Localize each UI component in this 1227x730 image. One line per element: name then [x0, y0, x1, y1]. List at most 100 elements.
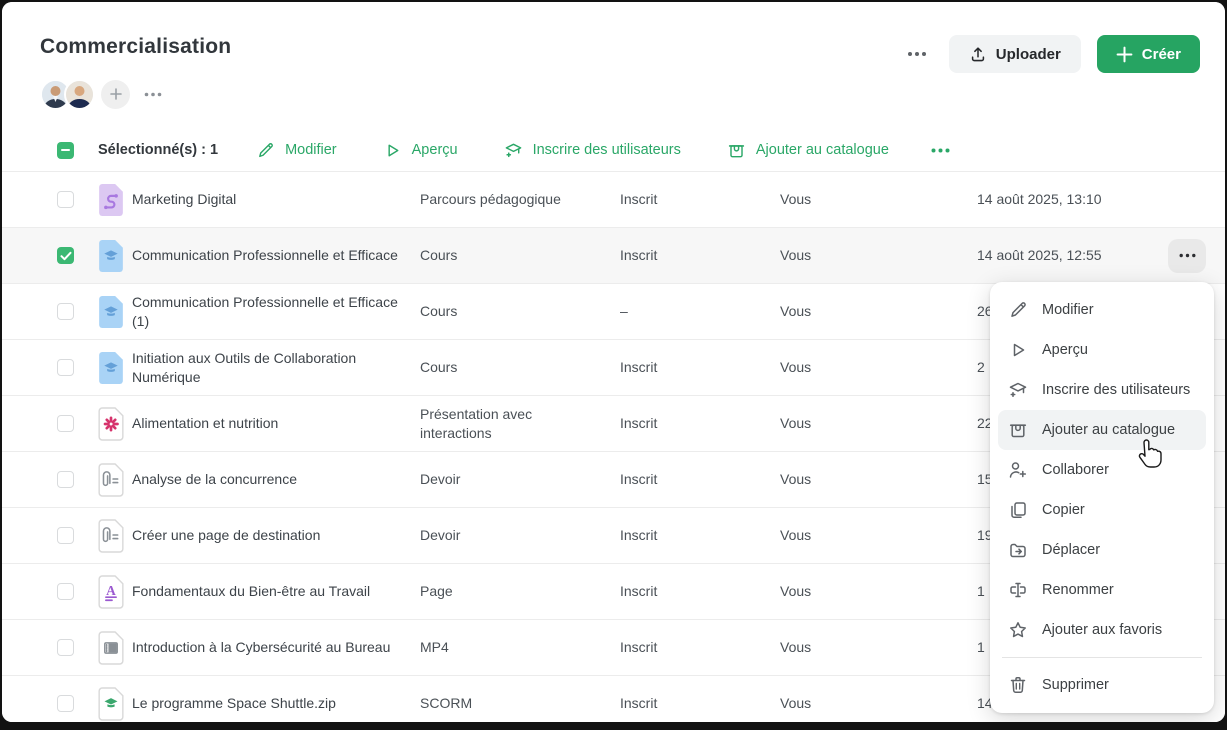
- row-type: Devoir: [420, 526, 620, 545]
- table-row[interactable]: Communication Professionnelle et Efficac…: [2, 228, 1225, 284]
- row-checkbox[interactable]: [57, 191, 74, 208]
- row-owner: Vous: [780, 638, 977, 657]
- assignment-file-icon: [98, 463, 124, 497]
- row-status: Inscrit: [620, 638, 780, 657]
- menu-item-label: Collaborer: [1042, 462, 1109, 478]
- row-checkbox[interactable]: [57, 415, 74, 432]
- toolbar-more-button[interactable]: [931, 148, 950, 153]
- app-window: Commercialisation Uploader: [2, 2, 1225, 722]
- row-name: Créer une page de destination: [132, 526, 420, 545]
- menu-item-label: Ajouter au catalogue: [1042, 422, 1175, 438]
- video-file-icon: [98, 631, 124, 665]
- menu-item-play[interactable]: Aperçu: [998, 330, 1206, 370]
- copy-icon: [1008, 500, 1028, 520]
- menu-item-label: Inscrire des utilisateurs: [1042, 382, 1190, 398]
- menu-item-label: Ajouter aux favoris: [1042, 622, 1162, 638]
- create-button[interactable]: Créer: [1097, 35, 1200, 73]
- row-owner: Vous: [780, 414, 977, 433]
- ellipsis-icon: [144, 92, 162, 97]
- row-checkbox[interactable]: [57, 583, 74, 600]
- page-file-icon: A: [98, 575, 124, 609]
- row-checkbox[interactable]: [57, 695, 74, 712]
- upload-button-label: Uploader: [996, 46, 1061, 63]
- pencil-icon: [256, 141, 275, 160]
- collaborators-more-button[interactable]: [144, 92, 162, 97]
- row-context-menu: Modifier Aperçu Inscrire des utilisateurs A…: [990, 282, 1214, 713]
- select-all-checkbox[interactable]: [57, 142, 74, 159]
- ellipsis-icon: [1179, 253, 1196, 258]
- menu-item-label: Renommer: [1042, 582, 1114, 598]
- toolbar-action-catalog[interactable]: Ajouter au catalogue: [727, 141, 889, 160]
- menu-item-label: Copier: [1042, 502, 1085, 518]
- assignment-file-icon: [98, 519, 124, 553]
- person-add-icon: [1008, 460, 1028, 480]
- catalog-icon: [727, 141, 746, 160]
- menu-item-label: Modifier: [1042, 302, 1094, 318]
- pencil-icon: [1008, 300, 1028, 320]
- header-more-button[interactable]: [901, 47, 933, 61]
- toolbar-action-label: Aperçu: [412, 142, 458, 158]
- menu-item-enroll[interactable]: Inscrire des utilisateurs: [998, 370, 1206, 410]
- toolbar-action-label: Inscrire des utilisateurs: [533, 142, 681, 158]
- row-type: Devoir: [420, 470, 620, 489]
- menu-item-trash[interactable]: Supprimer: [998, 665, 1206, 705]
- avatar[interactable]: [64, 79, 95, 110]
- toolbar-action-enroll[interactable]: Inscrire des utilisateurs: [504, 141, 681, 160]
- add-collaborator-button[interactable]: [101, 80, 130, 109]
- play-icon: [1008, 340, 1028, 360]
- menu-item-person-add[interactable]: Collaborer: [998, 450, 1206, 490]
- menu-item-rename[interactable]: Renommer: [998, 570, 1206, 610]
- row-checkbox[interactable]: [57, 527, 74, 544]
- menu-item-label: Aperçu: [1042, 342, 1088, 358]
- row-owner: Vous: [780, 582, 977, 601]
- enroll-icon: [1008, 380, 1028, 400]
- row-owner: Vous: [780, 302, 977, 321]
- selection-toolbar: Sélectionné(s) : 1 Modifier Aperçu Inscrir…: [2, 129, 1225, 172]
- row-checkbox[interactable]: [57, 471, 74, 488]
- row-owner: Vous: [780, 246, 977, 265]
- learning-path-file-icon: [98, 183, 124, 217]
- create-button-label: Créer: [1142, 46, 1181, 63]
- menu-item-pencil[interactable]: Modifier: [998, 290, 1206, 330]
- row-owner: Vous: [780, 190, 977, 209]
- row-type: Présentation avec interactions: [420, 405, 620, 443]
- row-type: Cours: [420, 358, 620, 377]
- row-name: Marketing Digital: [132, 190, 420, 209]
- row-status: Inscrit: [620, 582, 780, 601]
- rename-icon: [1008, 580, 1028, 600]
- row-status: Inscrit: [620, 470, 780, 489]
- row-checkbox[interactable]: [57, 247, 74, 264]
- row-owner: Vous: [780, 694, 977, 713]
- row-more-button[interactable]: [1168, 239, 1206, 273]
- row-status: –: [620, 302, 780, 321]
- row-type: Parcours pédagogique: [420, 190, 620, 209]
- row-checkbox[interactable]: [57, 359, 74, 376]
- menu-item-catalog[interactable]: Ajouter au catalogue: [998, 410, 1206, 450]
- menu-item-copy[interactable]: Copier: [998, 490, 1206, 530]
- table-row[interactable]: Marketing Digital Parcours pédagogique I…: [2, 172, 1225, 228]
- row-name: Analyse de la concurrence: [132, 470, 420, 489]
- row-checkbox[interactable]: [57, 303, 74, 320]
- toolbar-action-play[interactable]: Aperçu: [383, 141, 458, 160]
- menu-item-label: Déplacer: [1042, 542, 1100, 558]
- row-owner: Vous: [780, 526, 977, 545]
- upload-button[interactable]: Uploader: [949, 35, 1081, 73]
- course-file-icon: [98, 295, 124, 329]
- menu-item-star[interactable]: Ajouter aux favoris: [998, 610, 1206, 650]
- trash-icon: [1008, 675, 1028, 695]
- plus-icon: [1116, 46, 1133, 63]
- menu-item-label: Supprimer: [1042, 677, 1109, 693]
- svg-text:A: A: [106, 583, 116, 598]
- page-title: Commercialisation: [40, 35, 231, 59]
- row-name: Fondamentaux du Bien-être au Travail: [132, 582, 420, 601]
- play-icon: [383, 141, 402, 160]
- plus-icon: [109, 87, 123, 101]
- toolbar-action-pencil[interactable]: Modifier: [256, 141, 337, 160]
- row-name: Alimentation et nutrition: [132, 414, 420, 433]
- row-checkbox[interactable]: [57, 639, 74, 656]
- menu-item-move[interactable]: Déplacer: [998, 530, 1206, 570]
- menu-divider: [1002, 657, 1202, 658]
- selected-count-label: Sélectionné(s) : 1: [98, 142, 218, 158]
- row-name: Le programme Space Shuttle.zip: [132, 694, 420, 713]
- toolbar-action-label: Ajouter au catalogue: [756, 142, 889, 158]
